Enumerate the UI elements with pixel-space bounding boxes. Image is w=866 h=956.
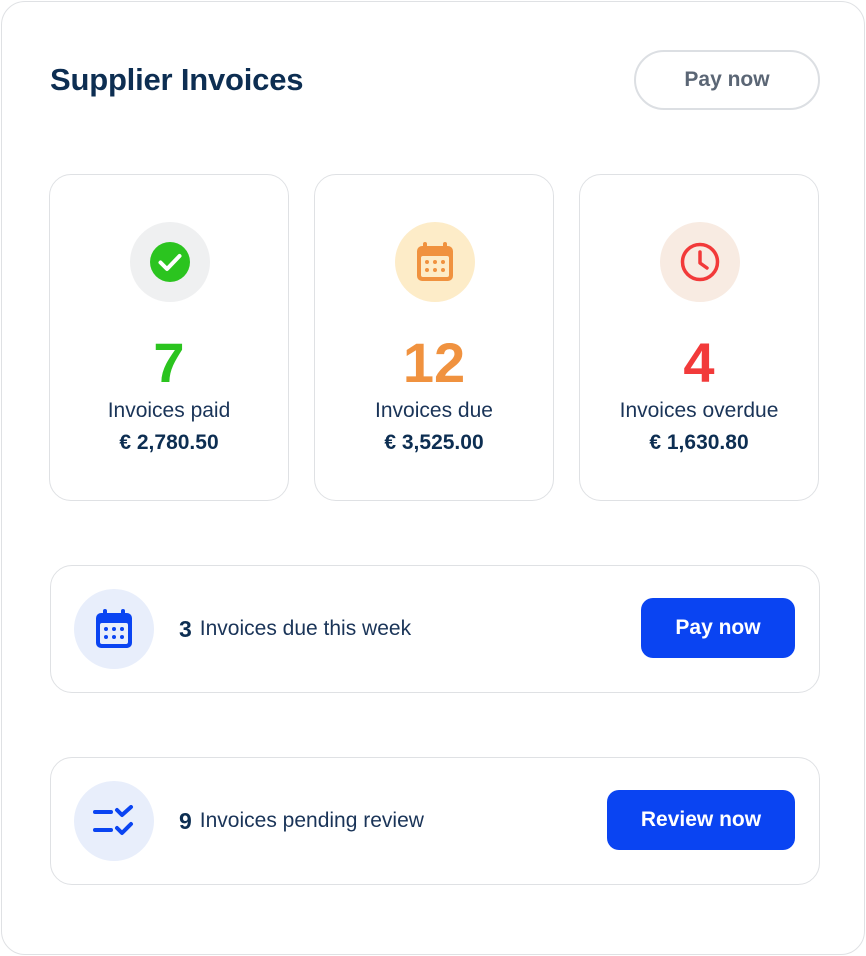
review-now-button[interactable]: Review now	[607, 790, 795, 850]
clock-icon	[660, 222, 740, 302]
stat-value: 7	[153, 331, 185, 394]
stat-value: 4	[683, 331, 715, 394]
action-description: Invoices due this week	[199, 617, 412, 640]
action-text: 9 Invoices pending review	[179, 758, 424, 884]
stat-card-paid: 7 Invoices paid € 2,780.50	[49, 174, 289, 501]
action-count: 9	[179, 807, 192, 834]
pay-now-button[interactable]: Pay now	[641, 598, 795, 658]
action-description: Invoices pending review	[199, 809, 424, 832]
stat-amount: € 1,630.80	[649, 431, 749, 454]
action-text: 3 Invoices due this week	[179, 566, 411, 692]
stat-card-due: 12 Invoices due € 3,525.00	[314, 174, 554, 501]
header-pay-now-button[interactable]: Pay now	[634, 50, 820, 110]
stat-card-overdue: 4 Invoices overdue € 1,630.80	[579, 174, 819, 501]
checklist-icon	[74, 781, 154, 861]
action-row-due-this-week: 3 Invoices due this week Pay now	[50, 565, 820, 693]
calendar-icon	[395, 222, 475, 302]
check-circle-icon	[130, 222, 210, 302]
stat-amount: € 2,780.50	[119, 431, 219, 454]
stat-value: 12	[402, 331, 466, 394]
supplier-invoices-card: Supplier Invoices Pay now 7 Invoices pai…	[1, 1, 865, 955]
stat-label: Invoices due	[375, 399, 493, 422]
calendar-icon	[74, 589, 154, 669]
stat-label: Invoices overdue	[619, 399, 779, 422]
stat-label: Invoices paid	[107, 399, 231, 422]
action-count: 3	[179, 615, 192, 642]
stat-amount: € 3,525.00	[384, 431, 484, 454]
action-row-pending-review: 9 Invoices pending review Review now	[50, 757, 820, 885]
page-title: Supplier Invoices	[50, 62, 304, 97]
